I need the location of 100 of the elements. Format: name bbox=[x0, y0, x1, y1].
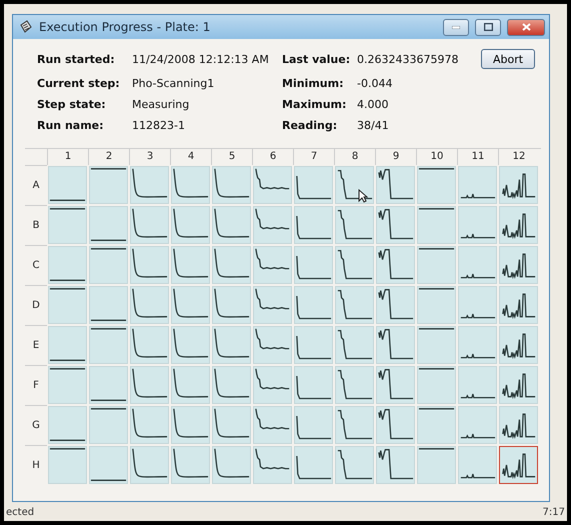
trace-line bbox=[255, 168, 290, 190]
row-header: G bbox=[25, 405, 47, 445]
trace-line bbox=[418, 168, 454, 170]
trace-line bbox=[296, 176, 332, 200]
trace-line bbox=[90, 480, 126, 481]
maximize-button[interactable] bbox=[475, 18, 501, 36]
trace-line bbox=[338, 370, 372, 400]
close-button[interactable] bbox=[507, 18, 545, 36]
field-value: 11/24/2008 12:12:13 AM bbox=[132, 52, 270, 66]
trace-line bbox=[460, 353, 496, 358]
trace-line bbox=[132, 368, 168, 398]
trace-line bbox=[338, 330, 372, 360]
status-text: ected bbox=[6, 507, 34, 518]
trace-line bbox=[214, 448, 250, 478]
trace-line bbox=[173, 208, 208, 238]
trace-line bbox=[418, 368, 454, 370]
field-label: Run name: bbox=[37, 119, 105, 132]
field-label: Minimum: bbox=[282, 77, 344, 90]
clock-text: 7:17 bbox=[542, 507, 565, 518]
trace-line bbox=[50, 360, 86, 361]
row-header: B bbox=[25, 205, 47, 245]
field-label: Last value: bbox=[282, 52, 352, 66]
row-header: A bbox=[25, 165, 47, 205]
row-header: F bbox=[25, 365, 47, 405]
trace-line bbox=[50, 368, 86, 370]
trace-line bbox=[502, 334, 536, 360]
column-header: 11 bbox=[457, 149, 498, 165]
trace-line bbox=[338, 450, 372, 480]
abort-button[interactable]: Abort bbox=[481, 49, 535, 69]
trace-line bbox=[255, 288, 290, 310]
trace-line bbox=[460, 473, 496, 478]
trace-line bbox=[173, 248, 208, 278]
column-header: 8 bbox=[334, 149, 375, 165]
trace-line bbox=[502, 294, 536, 320]
trace-line bbox=[173, 288, 208, 318]
well-cell[interactable] bbox=[499, 446, 538, 484]
trace-line bbox=[418, 248, 454, 250]
trace-line bbox=[132, 168, 168, 198]
trace-line bbox=[296, 256, 332, 280]
trace-line bbox=[255, 208, 290, 230]
trace-line bbox=[502, 174, 536, 200]
trace-line bbox=[296, 456, 332, 480]
row-header: C bbox=[25, 245, 47, 285]
trace-line bbox=[173, 368, 208, 398]
trace-line bbox=[338, 410, 372, 440]
trace-line bbox=[460, 273, 496, 278]
trace-line bbox=[132, 248, 168, 278]
column-header: 4 bbox=[170, 149, 211, 165]
trace-line bbox=[255, 328, 290, 350]
trace-line bbox=[214, 368, 250, 398]
minimize-button[interactable] bbox=[443, 18, 469, 36]
window-title: Execution Progress - Plate: 1 bbox=[39, 20, 212, 34]
trace-line bbox=[255, 368, 290, 390]
trace-line bbox=[338, 290, 372, 320]
trace-line bbox=[338, 170, 372, 200]
trace-line bbox=[418, 288, 454, 290]
trace-line bbox=[378, 329, 414, 360]
trace-line bbox=[378, 409, 414, 440]
trace-line bbox=[418, 208, 454, 210]
trace-line bbox=[378, 289, 414, 320]
plate-icon bbox=[19, 20, 33, 34]
trace-line bbox=[378, 169, 414, 200]
trace-line bbox=[378, 249, 414, 280]
trace-line bbox=[173, 448, 208, 478]
field-value: 0.2632433675978 bbox=[357, 52, 460, 66]
trace-line bbox=[460, 193, 496, 198]
column-header: 6 bbox=[252, 149, 293, 165]
trace-line bbox=[173, 408, 208, 438]
trace-line bbox=[296, 336, 332, 360]
trace-line bbox=[50, 200, 86, 201]
trace-line bbox=[296, 296, 332, 320]
trace-line bbox=[50, 440, 86, 441]
field-value: 4.000 bbox=[357, 98, 390, 111]
column-header: 9 bbox=[375, 149, 416, 165]
trace-line bbox=[90, 328, 126, 330]
trace-line bbox=[460, 233, 496, 238]
field-value: Pho-Scanning1 bbox=[132, 77, 216, 90]
cursor-icon bbox=[358, 189, 368, 203]
trace-line bbox=[132, 408, 168, 438]
trace-line bbox=[502, 374, 536, 400]
trace-line bbox=[214, 248, 250, 278]
trace-line bbox=[50, 208, 86, 210]
trace-line bbox=[296, 376, 332, 400]
trace-line bbox=[90, 248, 126, 250]
trace-line bbox=[132, 328, 168, 358]
field-label: Step state: bbox=[37, 98, 107, 111]
trace-line bbox=[173, 328, 208, 358]
trace-line bbox=[255, 248, 290, 270]
trace-line bbox=[502, 454, 536, 480]
trace-line bbox=[50, 448, 86, 450]
trace-line bbox=[214, 408, 250, 438]
field-label: Reading: bbox=[282, 119, 338, 132]
trace-line bbox=[502, 254, 536, 280]
trace-line bbox=[460, 393, 496, 398]
trace-line bbox=[255, 408, 290, 430]
maximize-icon bbox=[484, 23, 492, 31]
trace-line bbox=[418, 448, 454, 450]
trace-line bbox=[90, 408, 126, 410]
trace-line bbox=[296, 416, 332, 440]
trace-line bbox=[214, 208, 250, 238]
